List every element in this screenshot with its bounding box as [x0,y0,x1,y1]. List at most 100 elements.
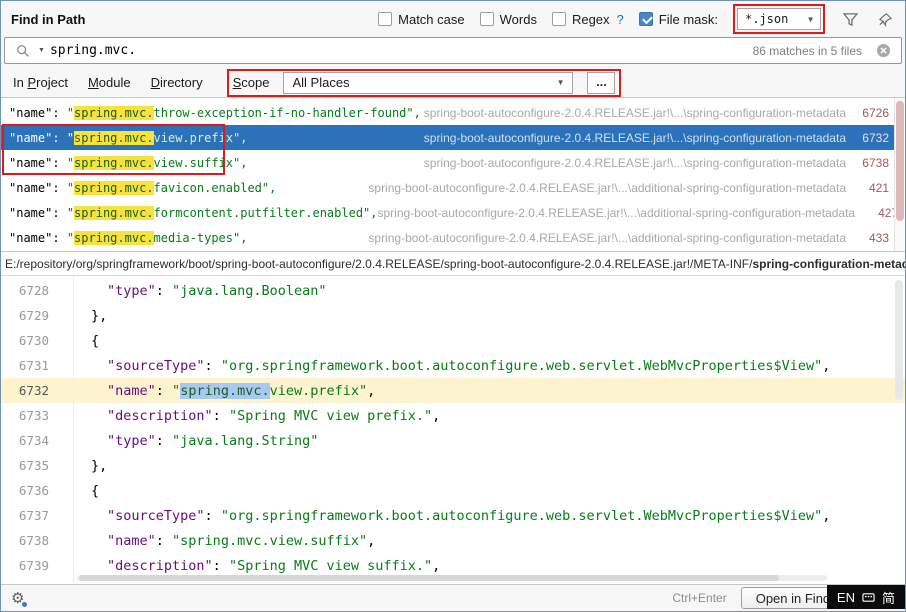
horizontal-scrollbar[interactable] [77,575,827,581]
chevron-down-icon: ▼ [557,78,565,87]
search-row: ▼ spring.mvc. 86 matches in 5 files [1,37,905,68]
code-line[interactable]: 6738"name": "spring.mvc.view.suffix", [1,528,905,553]
result-file-path: spring-boot-autoconfigure-2.0.4.RELEASE.… [378,206,856,220]
results-scrollbar-thumb[interactable] [896,101,904,221]
chevron-down-icon: ▼ [808,15,813,24]
line-number: 6735 [1,458,61,473]
search-input[interactable]: ▼ spring.mvc. 86 matches in 5 files [4,37,902,64]
file-mask-checkbox[interactable] [639,12,653,26]
dialog-header: Find in Path Match case Words Regex ? Fi… [1,1,905,37]
line-number: 6728 [1,283,61,298]
search-history-chevron-icon[interactable]: ▼ [38,47,45,54]
search-icon[interactable] [13,41,33,61]
results-scrollbar[interactable] [894,98,905,251]
tab-directory[interactable]: Directory [151,75,203,90]
code-line[interactable]: 6728"type": "java.lang.Boolean" [1,278,905,303]
code-preview[interactable]: 6728"type": "java.lang.Boolean" 6729}, 6… [1,276,905,583]
scope-value: All Places [292,75,349,90]
editor-scrollbar-thumb[interactable] [895,280,903,400]
results-list: "name": "spring.mvc.throw-exception-if-n… [1,98,905,252]
line-number: 6733 [1,408,61,423]
result-line-number: 421 [855,181,889,195]
line-number: 6736 [1,483,61,498]
result-file-path: spring-boot-autoconfigure-2.0.4.RELEASE.… [368,181,846,195]
line-number: 6738 [1,533,61,548]
filter-icon[interactable] [840,9,860,29]
line-number: 6739 [1,558,61,573]
dialog-title: Find in Path [11,12,85,27]
scope-dropdown[interactable]: All Places ▼ [283,72,573,94]
match-highlight: spring.mvc. [74,131,153,145]
code-line[interactable]: 6735}, [1,453,905,478]
result-file-path: spring-boot-autoconfigure-2.0.4.RELEASE.… [424,156,846,170]
tab-in-project[interactable]: In Project [13,75,68,90]
match-highlight: spring.mvc. [74,231,153,245]
search-query-text[interactable]: spring.mvc. [50,43,136,58]
clear-search-icon[interactable] [873,41,893,61]
line-number: 6734 [1,433,61,448]
code-line[interactable]: 6733"description": "Spring MVC view pref… [1,403,905,428]
file-mask-label: File mask: [659,12,718,27]
result-file-path: spring-boot-autoconfigure-2.0.4.RELEASE.… [424,106,846,120]
line-number: 6732 [1,383,61,398]
code-line[interactable]: 6737"sourceType": "org.springframework.b… [1,503,905,528]
match-highlight: spring.mvc. [74,156,153,170]
result-file-path: spring-boot-autoconfigure-2.0.4.RELEASE.… [368,231,846,245]
line-number: 6730 [1,333,61,348]
pin-icon[interactable] [875,9,895,29]
ime-lang-label: 简 [882,588,895,607]
file-mask-dropdown[interactable]: *.json ▼ [737,8,821,30]
tab-scope[interactable]: Scope [233,75,270,90]
tab-module[interactable]: Module [88,75,131,90]
file-mask-value: *.json [745,12,788,26]
words-option[interactable]: Words [480,12,537,27]
scope-bar: In Project Module Directory Scope All Pl… [1,68,905,98]
result-line-number: 6732 [855,131,889,145]
match-case-checkbox[interactable] [378,12,392,26]
line-number: 6729 [1,308,61,323]
code-line[interactable]: 6734"type": "java.lang.String" [1,428,905,453]
shortcut-hint: Ctrl+Enter [672,591,726,605]
match-highlight: spring.mvc. [74,106,153,120]
settings-gear-icon[interactable]: ⚙ [11,591,24,606]
horizontal-scrollbar-thumb[interactable] [79,575,779,581]
footer-bar: ⚙ Ctrl+Enter Open in Find Window EN 简 [1,584,905,611]
result-file-path: spring-boot-autoconfigure-2.0.4.RELEASE.… [424,131,846,145]
result-line-number: 6726 [855,106,889,120]
result-row[interactable]: "name": "spring.mvc.view.suffix", spring… [1,150,905,175]
words-checkbox[interactable] [480,12,494,26]
code-line[interactable]: 6736{ [1,478,905,503]
annotation-box-scope: Scope All Places ▼ ... [227,69,622,97]
regex-checkbox[interactable] [552,12,566,26]
find-in-path-dialog: Find in Path Match case Words Regex ? Fi… [0,0,906,612]
code-line[interactable]: 6729}, [1,303,905,328]
words-label: Words [500,12,537,27]
result-row[interactable]: "name": "spring.mvc.favicon.enabled", sp… [1,175,905,200]
result-line-number: 6738 [855,156,889,170]
result-summary: 86 matches in 5 files [753,44,868,58]
result-row-selected[interactable]: "name": "spring.mvc.view.prefix", spring… [1,125,905,150]
ime-keyboard-icon [862,591,875,604]
line-number: 6737 [1,508,61,523]
result-row[interactable]: "name": "spring.mvc.media-types", spring… [1,225,905,250]
preview-file-path: E:/repository/org/springframework/boot/s… [1,252,905,276]
match-highlight: spring.mvc. [74,181,153,195]
regex-help-link[interactable]: ? [617,12,624,27]
result-line-number: 427 [864,206,898,220]
match-case-option[interactable]: Match case [378,12,464,27]
scope-more-button[interactable]: ... [587,72,615,94]
result-row[interactable]: "name": "spring.mvc.formcontent.putfilte… [1,200,905,225]
regex-option[interactable]: Regex ? [552,12,624,27]
line-number: 6731 [1,358,61,373]
file-mask-option[interactable]: File mask: [639,12,718,27]
ime-en-label: EN [837,590,855,605]
code-line[interactable]: 6730{ [1,328,905,353]
code-line[interactable]: 6731"sourceType": "org.springframework.b… [1,353,905,378]
match-highlight: spring.mvc. [74,206,153,220]
regex-label: Regex [572,12,610,27]
result-row[interactable]: "name": "spring.mvc.throw-exception-if-n… [1,100,905,125]
code-line-current[interactable]: 6732"name": "spring.mvc.view.prefix", [1,378,905,403]
match-case-label: Match case [398,12,464,27]
ime-language-badge[interactable]: EN 简 [827,585,905,609]
selected-match-text: spring.mvc. [180,383,269,399]
